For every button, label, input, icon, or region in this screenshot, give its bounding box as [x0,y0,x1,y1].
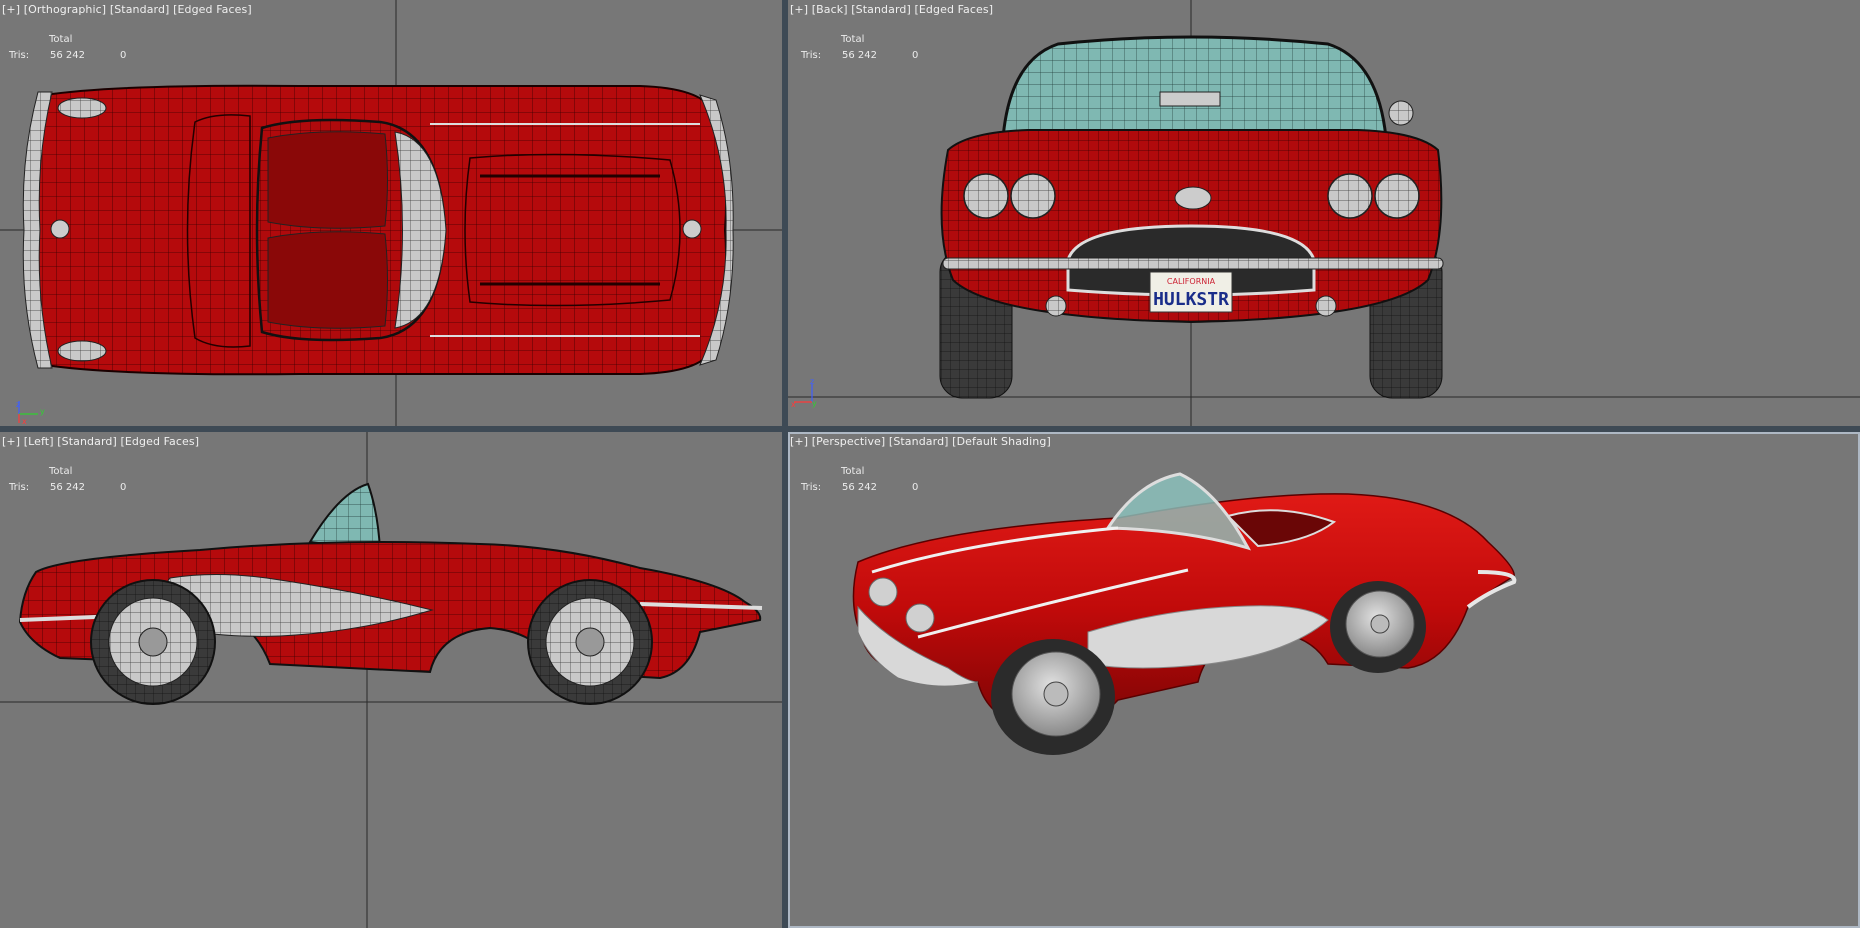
viewport-perspective[interactable]: [+] [Perspective] [Standard] [Default Sh… [788,432,1860,928]
axis-label-z: z [16,400,20,409]
view-type-button[interactable]: [Perspective] [812,435,886,448]
stats-tris-selected: 0 [120,482,127,493]
axis-label-y: y [812,399,817,408]
axis-tripod-icon: z y x [16,400,45,426]
axis-label-x: x [22,417,27,426]
perspective-view-scene [852,472,1517,755]
left-view-scene [0,432,782,928]
car-left-model [18,482,763,705]
viewport-left[interactable]: [+] [Left] [Standard] [Edged Faces] Tota… [0,432,782,928]
display-mode-button[interactable]: [Edged Faces] [173,3,252,16]
axis-label-x: x [791,400,796,409]
view-type-button[interactable]: [Left] [24,435,54,448]
stats-tris-total: 56 242 [50,50,85,61]
viewport-menu-button[interactable]: [+] [790,3,808,16]
axis-label-z: z [810,377,814,386]
car-perspective-model [852,472,1517,755]
stats-tris-selected: 0 [912,482,919,493]
stats-tris-label: Tris: [9,50,30,61]
shading-button[interactable]: [Standard] [110,3,170,16]
viewport-back[interactable]: CALIFORNIA HULKSTR [+] [Back] [Standard]… [788,0,1860,426]
display-mode-button[interactable]: [Edged Faces] [914,3,993,16]
stats-header: Total [841,34,865,45]
display-mode-button[interactable]: [Edged Faces] [120,435,199,448]
stats-tris-total: 56 242 [50,482,85,493]
stats-tris-label: Tris: [801,50,822,61]
view-type-button[interactable]: [Orthographic] [24,3,106,16]
shading-button[interactable]: [Standard] [851,3,911,16]
stats-tris-label: Tris: [801,482,822,493]
back-view-scene: CALIFORNIA HULKSTR [788,0,1860,426]
stats-tris-selected: 0 [912,50,919,61]
stats-header: Total [49,34,73,45]
viewport-label: [+] [Back] [Standard] [Edged Faces] [790,3,993,16]
plate-number-text: HULKSTR [1153,289,1229,310]
viewport-grid: [+] [Orthographic] [Standard] [Edged Fac… [0,0,1860,928]
view-type-button[interactable]: [Back] [812,3,848,16]
plate-state-text: CALIFORNIA [1167,277,1216,286]
shading-button[interactable]: [Standard] [889,435,949,448]
viewport-label: [+] [Perspective] [Standard] [Default Sh… [790,435,1051,448]
stats-tris-selected: 0 [120,50,127,61]
stats-tris-total: 56 242 [842,482,877,493]
axis-label-y: y [40,407,45,416]
stats-tris-total: 56 242 [842,50,877,61]
viewport-menu-button[interactable]: [+] [790,435,808,448]
stats-header: Total [49,466,73,477]
stats-header: Total [841,466,865,477]
stats-tris-label: Tris: [9,482,30,493]
viewport-menu-button[interactable]: [+] [2,435,20,448]
viewport-label: [+] [Orthographic] [Standard] [Edged Fac… [2,3,252,16]
shading-button[interactable]: [Standard] [57,435,117,448]
axis-tripod-icon: z y x [791,377,817,409]
display-mode-button[interactable]: [Default Shading] [952,435,1051,448]
viewport-label: [+] [Left] [Standard] [Edged Faces] [2,435,199,448]
top-view-scene [0,0,782,426]
viewport-orthographic[interactable]: [+] [Orthographic] [Standard] [Edged Fac… [0,0,782,426]
viewport-menu-button[interactable]: [+] [2,3,20,16]
car-top-model [22,84,734,376]
